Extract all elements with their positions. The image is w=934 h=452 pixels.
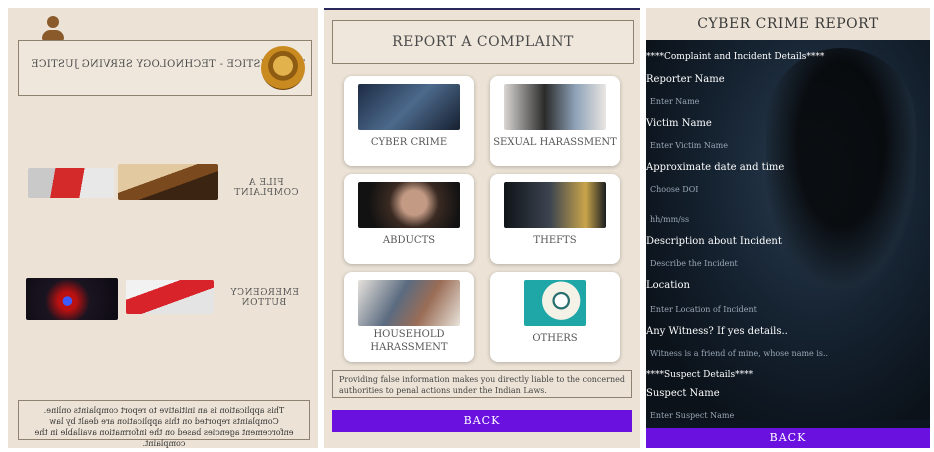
category-label: SEXUAL HARASSMENT — [493, 137, 617, 148]
household-harassment-image — [358, 280, 460, 326]
back-button[interactable]: BACK — [646, 428, 930, 448]
page-title: CYBER CRIME REPORT — [646, 8, 930, 40]
suspect-name-input[interactable] — [650, 408, 920, 422]
time-input[interactable] — [650, 212, 920, 226]
emblem-icon — [261, 46, 305, 90]
category-label: ABDUCTS — [382, 235, 436, 246]
emergency-button-label[interactable]: EMERGENCY BUTTON — [218, 288, 310, 308]
category-label: HOUSEHOLD HARASSMENT — [370, 329, 448, 353]
category-household-harassment[interactable]: HOUSEHOLD HARASSMENT — [344, 272, 474, 362]
false-information-warning: Providing false information makes you di… — [332, 370, 632, 398]
thefts-image — [504, 182, 606, 228]
cyber-crime-image — [358, 84, 460, 130]
reporter-name-input[interactable] — [650, 94, 920, 108]
category-sexual-harassment[interactable]: SEXUAL HARASSMENT — [490, 76, 620, 166]
victim-name-input[interactable] — [650, 138, 920, 152]
description-input[interactable] — [650, 256, 920, 270]
section-heading: ****Complaint and Incident Details**** — [646, 52, 825, 62]
document-search-icon — [524, 280, 586, 326]
section-heading: ****Suspect Details**** — [646, 370, 754, 380]
page-title: REPORT A COMPLAINT — [332, 20, 634, 64]
keyboard-image[interactable] — [28, 168, 114, 198]
cyber-crime-form-screen: CYBER CRIME REPORT ****Complaint and Inc… — [646, 8, 930, 448]
location-input[interactable] — [650, 302, 920, 316]
abducts-image — [358, 182, 460, 228]
category-thefts[interactable]: THEFTS — [490, 174, 620, 264]
location-label: Location — [646, 280, 690, 291]
suspect-label: Suspect Name — [646, 388, 720, 399]
user-icon[interactable] — [40, 16, 66, 42]
back-button[interactable]: BACK — [332, 410, 632, 432]
app-header: TECHJUSTICE - TECHNOLOGY SERVING JUSTICE — [18, 40, 312, 96]
category-abducts[interactable]: ABDUCTS — [344, 174, 474, 264]
reporter-label: Reporter Name — [646, 74, 725, 85]
datetime-label: Approximate date and time — [646, 162, 785, 173]
category-cyber-crime[interactable]: CYBER CRIME — [344, 76, 474, 166]
file-complaint-label[interactable]: FILE A COMPLAINT — [220, 178, 312, 198]
date-input[interactable] — [650, 182, 920, 196]
gavel-image[interactable] — [118, 164, 218, 200]
app-footer-note: This application is an initiative to rep… — [18, 400, 310, 448]
description-label: Description about Incident — [646, 236, 782, 247]
victim-label: Victim Name — [646, 118, 712, 129]
category-label: OTHERS — [532, 333, 578, 344]
report-screen: REPORT A COMPLAINT CYBER CRIME SEXUAL HA… — [324, 8, 640, 448]
police-car-image[interactable] — [26, 278, 118, 320]
category-label: CYBER CRIME — [370, 137, 448, 148]
hooded-figure-image — [766, 48, 916, 288]
home-screen: TECHJUSTICE - TECHNOLOGY SERVING JUSTICE… — [8, 8, 318, 448]
witness-input[interactable] — [650, 346, 920, 360]
sexual-harassment-image — [504, 84, 606, 130]
category-others[interactable]: OTHERS — [490, 272, 620, 362]
witness-label: Any Witness? If yes details.. — [646, 326, 788, 337]
emergency-key-image[interactable] — [126, 280, 214, 314]
category-label: THEFTS — [533, 235, 577, 246]
